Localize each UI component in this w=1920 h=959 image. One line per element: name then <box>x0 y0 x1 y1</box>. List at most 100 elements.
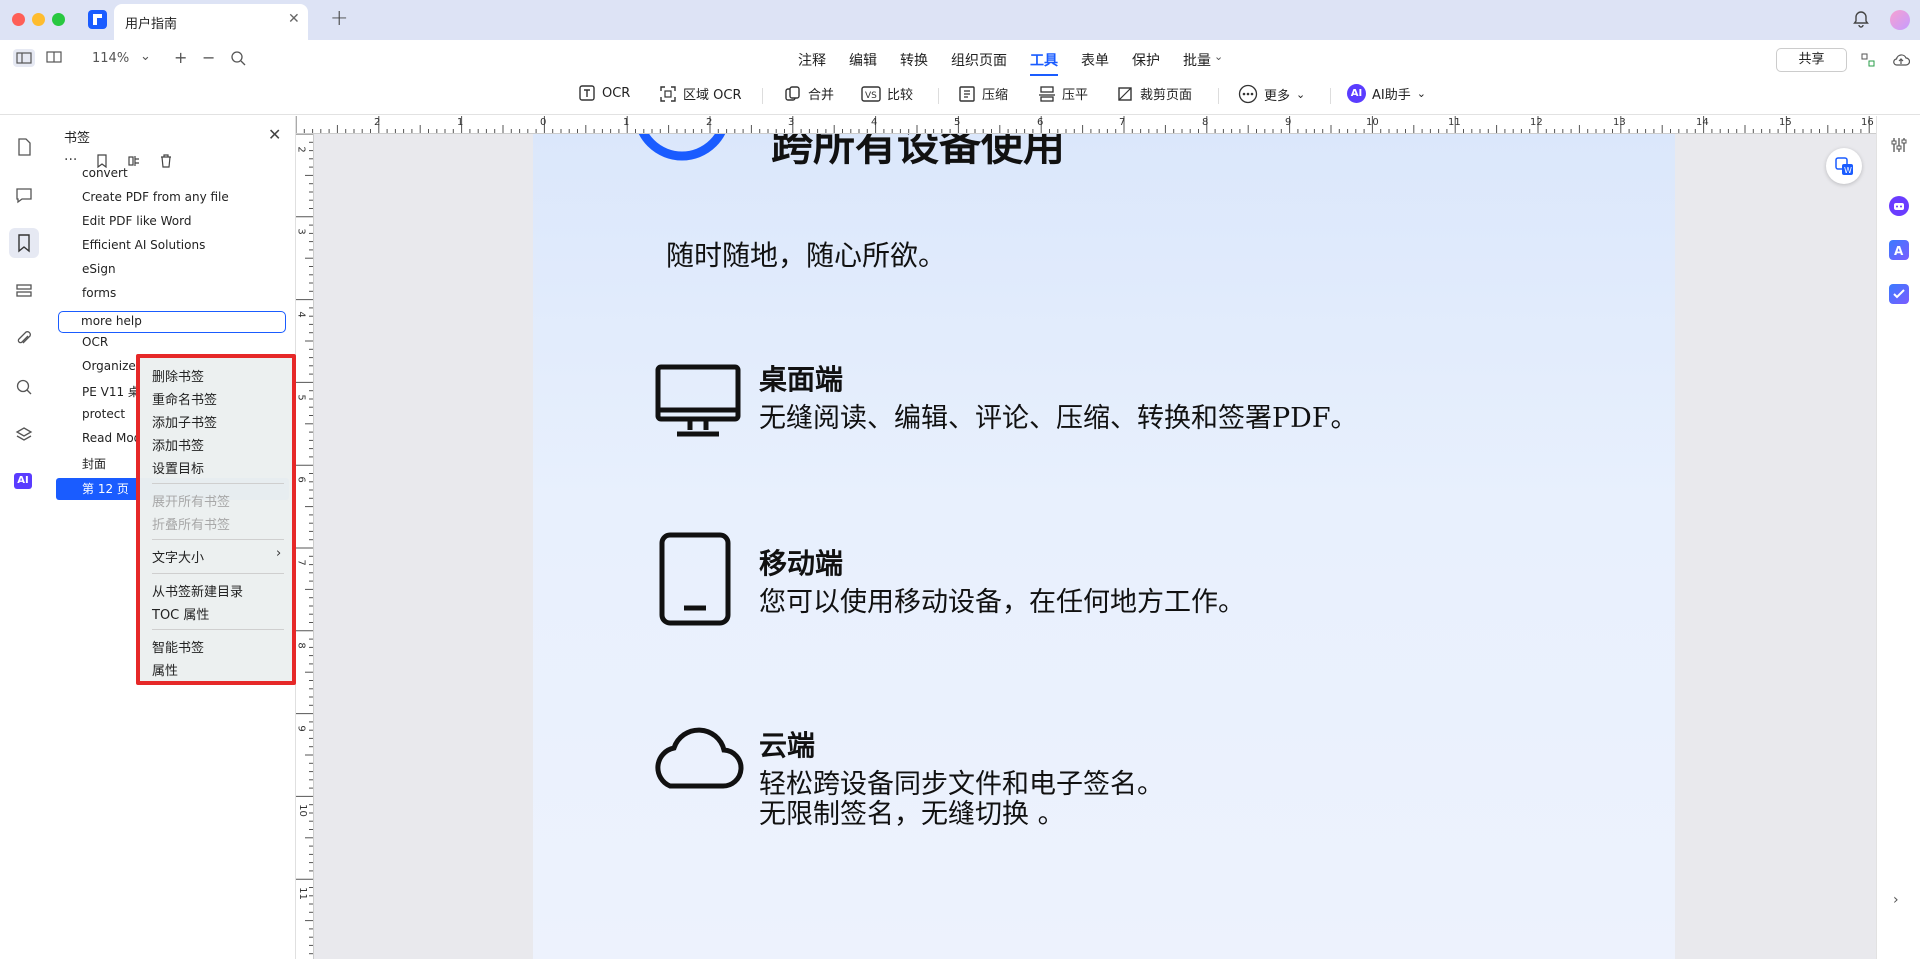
ruler-label: 6 <box>1037 117 1044 128</box>
ruler-label: 11 <box>1448 117 1461 128</box>
ctx-new-toc-from-bookmarks[interactable]: 从书签新建目录 <box>152 581 243 600</box>
merge-tool[interactable]: 合并 <box>784 84 834 103</box>
bookmark-item[interactable]: Efficient AI Solutions <box>82 238 205 252</box>
more-options-icon[interactable]: ··· <box>64 153 77 168</box>
share-people-icon[interactable] <box>1860 52 1876 68</box>
expand-chevron-right-icon[interactable]: › <box>1893 892 1899 908</box>
ctx-rename-bookmark[interactable]: 重命名书签 <box>152 389 217 408</box>
zoom-out-button[interactable]: − <box>202 48 215 67</box>
bookmark-item[interactable]: PE V11 桌 <box>82 383 136 400</box>
bookmark-item[interactable]: Edit PDF like Word <box>82 214 191 228</box>
ruler-label: 7 <box>296 559 307 566</box>
properties-sliders-icon[interactable] <box>1890 136 1908 154</box>
two-page-view-icon[interactable] <box>46 50 62 64</box>
ai-assistant-tool[interactable]: AI AI助手 ⌄ <box>1347 84 1426 103</box>
user-avatar[interactable] <box>1890 10 1910 30</box>
toolbar-divider <box>762 88 763 104</box>
ruler-label: 13 <box>1613 117 1626 128</box>
layers-icon[interactable] <box>14 425 34 445</box>
search-icon[interactable] <box>14 377 34 397</box>
flatten-tool[interactable]: 压平 <box>1038 84 1088 103</box>
merge-icon <box>785 85 800 101</box>
attachment-icon[interactable] <box>14 329 34 349</box>
ctx-text-size[interactable]: 文字大小 <box>152 547 204 566</box>
ruler-label: 5 <box>296 394 307 401</box>
bookmark-item[interactable]: forms <box>82 286 116 300</box>
section-title-cloud: 云端 <box>759 729 816 762</box>
ai-robot-icon[interactable] <box>1889 196 1909 216</box>
ctx-add-child-bookmark[interactable]: 添加子书签 <box>152 412 217 431</box>
tab-close-icon[interactable]: ✕ <box>288 11 300 27</box>
bookmark-item[interactable]: protect <box>82 407 136 421</box>
zoom-dropdown-chevron-icon[interactable]: ⌄ <box>140 49 151 64</box>
ruler-label: 4 <box>871 117 878 128</box>
comment-icon[interactable] <box>14 185 34 205</box>
bookmark-item[interactable]: eSign <box>82 262 116 276</box>
cloud-upload-icon[interactable] <box>1892 52 1910 68</box>
svg-text:A: A <box>1894 244 1904 258</box>
menu-comment[interactable]: 注释 <box>798 50 826 70</box>
bookmark-item[interactable]: Create PDF from any file <box>82 190 229 204</box>
menu-batch[interactable]: 批量 <box>1183 50 1211 70</box>
bookmark-item[interactable]: OCR <box>82 335 132 349</box>
left-icon-rail: AI <box>0 116 46 959</box>
menu-protect[interactable]: 保护 <box>1132 50 1160 70</box>
bookmark-panel-icon[interactable] <box>9 228 39 258</box>
menu-organize[interactable]: 组织页面 <box>951 50 1007 70</box>
ruler-label: 10 <box>1366 117 1379 128</box>
area-ocr-tool[interactable]: 区域 OCR <box>659 84 741 103</box>
menu-form[interactable]: 表单 <box>1081 50 1109 70</box>
ctx-toc-properties[interactable]: TOC 属性 <box>152 604 209 623</box>
ctx-smart-bookmark[interactable]: 智能书签 <box>152 637 204 656</box>
devices-check-icon <box>638 134 726 161</box>
ruler-label: 5 <box>954 117 961 128</box>
zoom-window-button[interactable] <box>52 13 65 26</box>
translate-a-icon[interactable]: A <box>1889 240 1909 260</box>
desktop-monitor-icon <box>655 364 741 437</box>
ctx-delete-bookmark[interactable]: 删除书签 <box>152 366 204 385</box>
bookmark-item[interactable]: Organize <box>82 359 136 373</box>
app-logo-icon <box>88 10 107 29</box>
compress-tool[interactable]: 压缩 <box>958 84 1008 103</box>
thumbnail-page-icon[interactable] <box>14 137 34 157</box>
menu-edit[interactable]: 编辑 <box>849 50 877 70</box>
share-button[interactable]: 共享 <box>1776 48 1847 72</box>
zoom-in-button[interactable]: + <box>174 48 187 67</box>
ruler-label: 4 <box>296 311 307 318</box>
bookmark-item[interactable]: convert <box>82 166 128 180</box>
task-check-icon[interactable] <box>1889 284 1909 304</box>
delete-bookmark-icon[interactable] <box>159 154 173 168</box>
ruler-label: 1 <box>457 117 464 128</box>
bookmark-item[interactable]: 封面 <box>82 455 136 472</box>
close-panel-icon[interactable]: ✕ <box>268 125 281 144</box>
menu-convert[interactable]: 转换 <box>900 50 928 70</box>
menu-tools[interactable]: 工具 <box>1030 50 1058 76</box>
ctx-set-destination[interactable]: 设置目标 <box>152 458 204 477</box>
menu-separator <box>152 629 284 630</box>
bookmark-item-focused[interactable]: more help <box>58 311 286 333</box>
zoom-level[interactable]: 114% <box>92 51 129 66</box>
ruler-label: 9 <box>296 725 307 732</box>
ocr-icon <box>579 85 595 101</box>
ctx-properties[interactable]: 属性 <box>152 660 178 679</box>
expand-collapse-icon[interactable] <box>127 154 141 168</box>
fit-page-icon[interactable] <box>230 50 246 66</box>
compare-tool[interactable]: VS 比较 <box>861 84 913 103</box>
new-tab-button[interactable]: + <box>330 6 348 31</box>
minimize-window-button[interactable] <box>32 13 45 26</box>
close-window-button[interactable] <box>12 13 25 26</box>
layers-list-icon[interactable] <box>14 281 34 301</box>
ruler-label: 1 <box>623 117 630 128</box>
single-page-view-icon[interactable] <box>13 49 35 67</box>
document-canvas[interactable]: 跨所有设备使用 随时随地，随心所欲。 桌面端 无缝阅读、编辑、评论、压缩、转换和… <box>314 134 1876 959</box>
ctx-add-bookmark[interactable]: 添加书签 <box>152 435 204 454</box>
bookmark-item[interactable]: Read Mode <box>82 431 136 445</box>
crop-page-tool[interactable]: 裁剪页面 <box>1116 84 1192 103</box>
translate-float-button[interactable]: W <box>1826 148 1862 184</box>
notification-bell-icon[interactable] <box>1852 10 1870 28</box>
ai-tools-icon[interactable]: AI <box>14 473 34 493</box>
document-page: 跨所有设备使用 随时随地，随心所欲。 桌面端 无缝阅读、编辑、评论、压缩、转换和… <box>533 134 1675 959</box>
ocr-tool[interactable]: OCR <box>578 84 630 102</box>
more-tools[interactable]: 更多 ⌄ <box>1238 84 1305 104</box>
ruler-label: 0 <box>540 117 547 128</box>
